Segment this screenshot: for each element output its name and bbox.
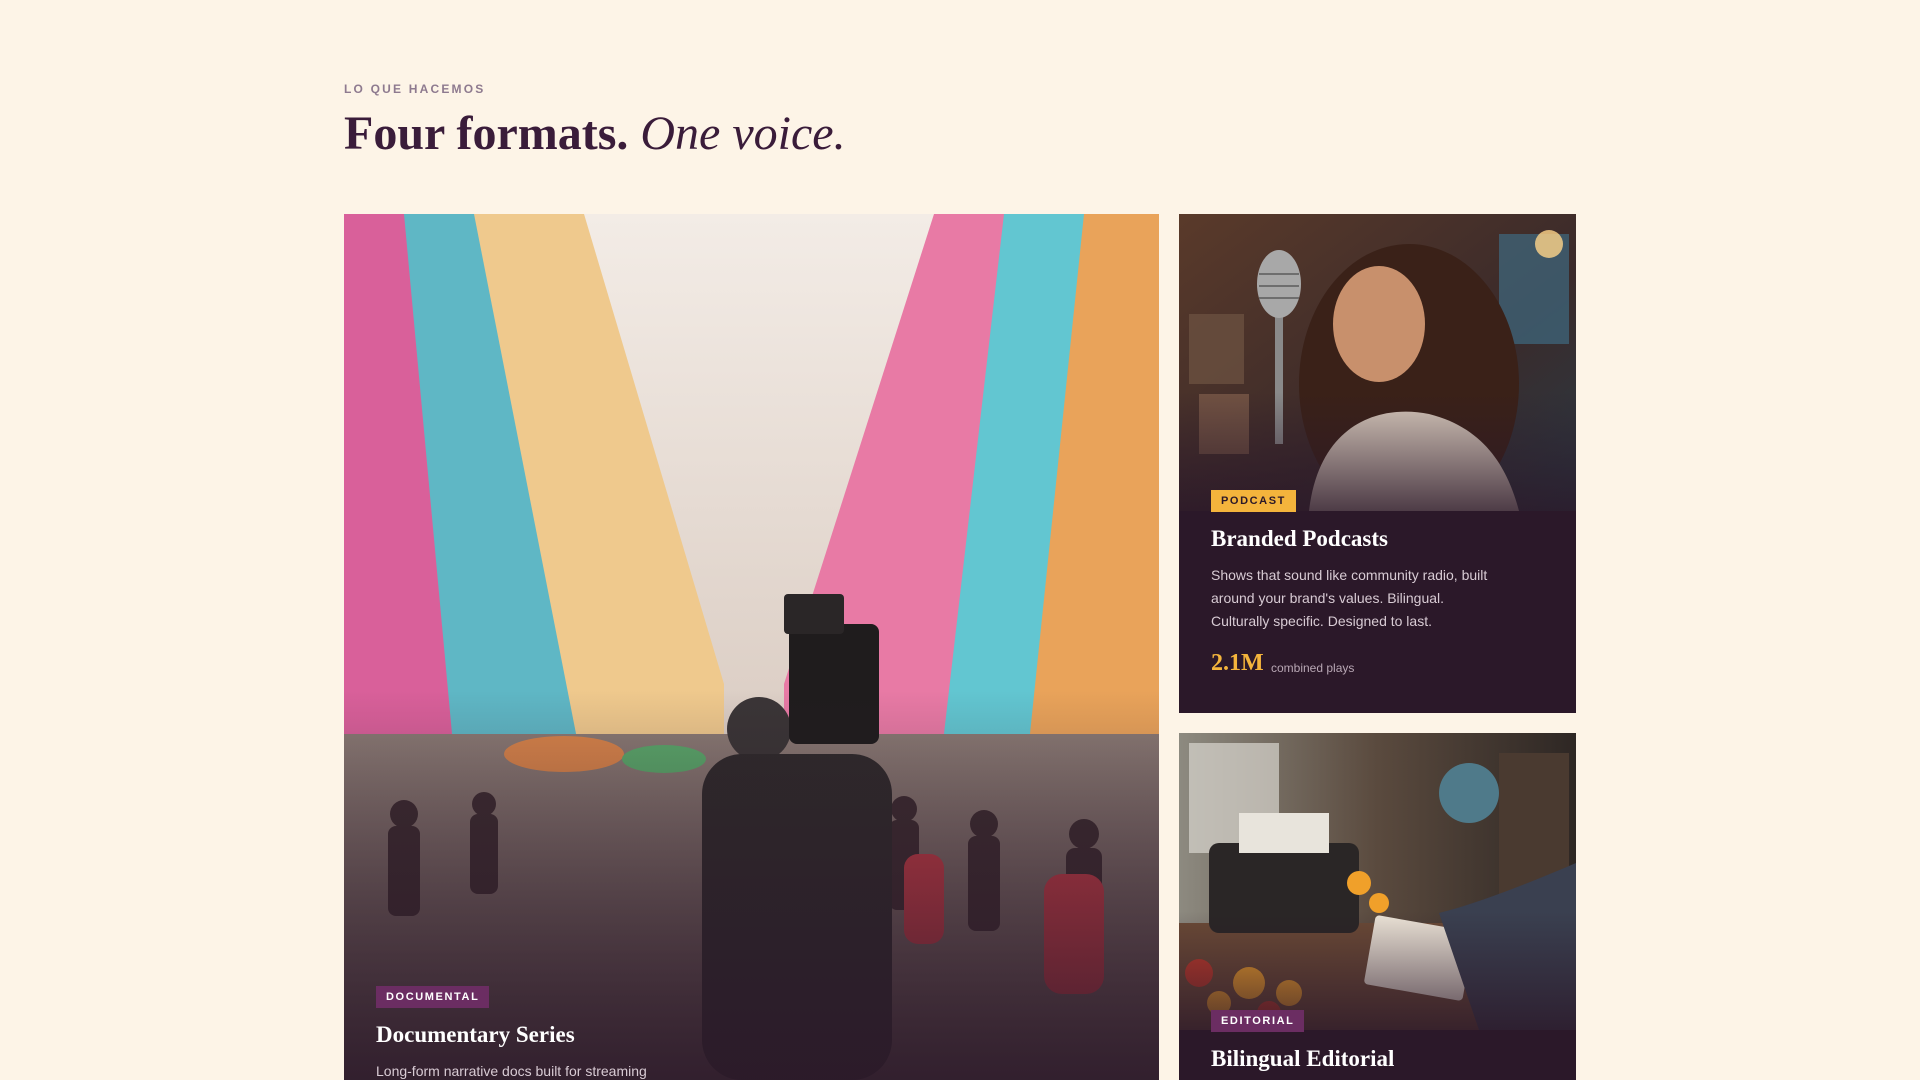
page: LO QUE HACEMOS Four formats. One voice. — [0, 0, 1920, 1080]
card-podcast[interactable]: PODCAST Branded Podcasts Shows that soun… — [1179, 214, 1576, 713]
stat-label-podcast: combined plays — [1271, 661, 1355, 675]
card-documentary[interactable]: DOCUMENTAL Documentary Series Long-form … — [344, 214, 1159, 1080]
headline-italic-part: One voice. — [640, 107, 846, 160]
section-eyebrow: LO QUE HACEMOS — [344, 82, 486, 96]
editorial-typewriter-photo — [1179, 733, 1576, 1030]
badge-documentary: DOCUMENTAL — [376, 986, 490, 1008]
card-title-podcast: Branded Podcasts — [1211, 526, 1388, 551]
card-title-documentary: Documentary Series — [376, 1022, 575, 1047]
badge-editorial: EDITORIAL — [1211, 1010, 1305, 1032]
podcast-host-photo — [1179, 214, 1576, 511]
section-headline: Four formats. One voice. — [344, 104, 846, 164]
card-editorial[interactable]: EDITORIAL Bilingual Editorial — [1179, 733, 1576, 1080]
stat-value-podcast: 2.1M — [1211, 650, 1264, 676]
card-desc-podcast: Shows that sound like community radio, b… — [1211, 567, 1488, 629]
headline-bold-part: Four formats. — [344, 107, 629, 160]
documentary-street-photo — [344, 214, 1159, 1080]
card-title-editorial: Bilingual Editorial — [1211, 1046, 1395, 1071]
card-desc-documentary: Long-form narrative docs built for strea… — [376, 1063, 647, 1079]
badge-podcast: PODCAST — [1211, 490, 1296, 512]
